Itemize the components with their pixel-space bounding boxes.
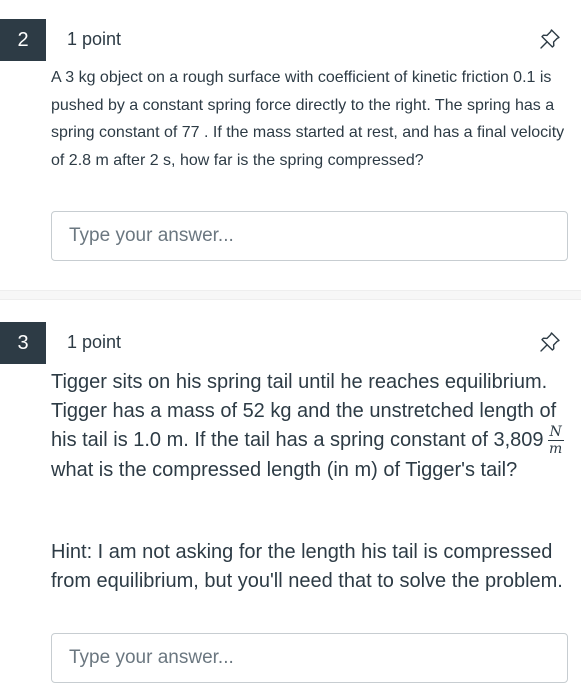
question-text-part-1: Tigger sits on his spring tail until he …: [51, 371, 557, 451]
pushpin-icon[interactable]: [538, 27, 562, 51]
question-points: 1 point: [67, 332, 122, 352]
pushpin-icon[interactable]: [538, 330, 562, 354]
question-divider: [0, 290, 581, 300]
question-hint: Hint: I am not asking for the length his…: [51, 541, 563, 592]
question-2: 2 1 point A 3 kg object on a rough surfa…: [0, 0, 581, 290]
question-text: A 3 kg object on a rough surface with co…: [51, 69, 565, 169]
unit-numerator: N: [547, 424, 564, 441]
answer-input[interactable]: [51, 211, 568, 261]
question-number-badge: 2: [0, 19, 46, 61]
question-text-part-2: what is the compressed length (in m) of …: [51, 459, 518, 481]
question-3: 3 1 point Tigger sits on his spring tail…: [0, 300, 581, 700]
question-number-badge: 3: [0, 322, 46, 364]
unit-denominator: m: [548, 441, 563, 457]
question-points: 1 point: [67, 29, 122, 49]
question-text: Tigger sits on his spring tail until he …: [51, 368, 573, 485]
answer-input[interactable]: [51, 633, 568, 683]
unit-fraction: Nm: [547, 424, 564, 457]
